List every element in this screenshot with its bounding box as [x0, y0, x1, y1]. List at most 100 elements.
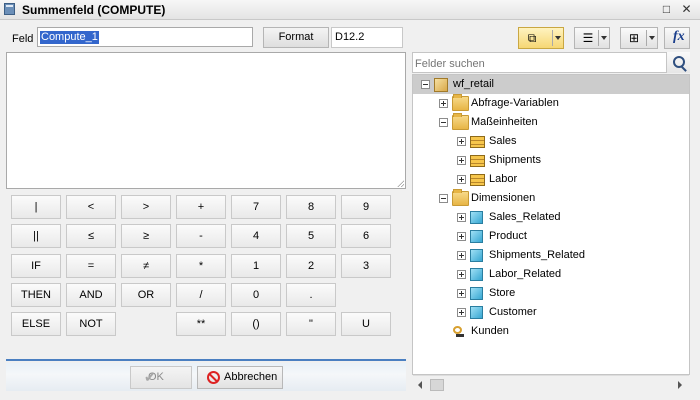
tree-item[interactable]: Shipments: [413, 151, 689, 170]
function-button[interactable]: fx: [664, 27, 690, 49]
tree-item[interactable]: Labor_Related: [413, 265, 689, 284]
horizontal-scrollbar[interactable]: [413, 375, 689, 393]
keypad-key[interactable]: AND: [66, 283, 116, 307]
keypad-key[interactable]: >: [121, 195, 171, 219]
cancel-button-label: Abbrechen: [224, 371, 278, 383]
keypad-key[interactable]: 0: [231, 283, 281, 307]
keypad-key[interactable]: .: [286, 283, 336, 307]
tree-item[interactable]: Abfrage-Variablen: [413, 94, 689, 113]
expand-icon[interactable]: [457, 270, 466, 279]
tree-item[interactable]: Product: [413, 227, 689, 246]
keypad-key[interactable]: 8: [286, 195, 336, 219]
keypad-key[interactable]: (): [231, 312, 281, 336]
ok-button[interactable]: ✔ OK: [130, 366, 192, 389]
dropdown-arrow-icon: [649, 36, 655, 40]
resize-grip-icon[interactable]: [397, 180, 404, 187]
expand-icon[interactable]: [457, 137, 466, 146]
tree-item-label: wf_retail: [453, 78, 494, 90]
cancel-button[interactable]: Abbrechen: [197, 366, 283, 389]
tree-item[interactable]: Sales: [413, 132, 689, 151]
tree-item-label: Product: [489, 230, 527, 242]
tree-item[interactable]: Dimensionen: [413, 189, 689, 208]
maximize-button[interactable]: □: [660, 3, 673, 16]
measure-group-icon: [470, 155, 485, 167]
expand-icon[interactable]: [457, 251, 466, 260]
tree-item-label: Sales_Related: [489, 211, 561, 223]
search-button[interactable]: [666, 52, 690, 73]
expand-icon[interactable]: [457, 289, 466, 298]
keypad-key[interactable]: ≤: [66, 224, 116, 248]
expand-icon[interactable]: [457, 232, 466, 241]
tree-item[interactable]: Shipments_Related: [413, 246, 689, 265]
keypad-key[interactable]: NOT: [66, 312, 116, 336]
field-name-input[interactable]: Compute_1: [37, 27, 253, 47]
keypad-key[interactable]: ≥: [121, 224, 171, 248]
dimension-cube-icon: [470, 306, 483, 319]
keypad-key[interactable]: *: [176, 254, 226, 278]
close-button[interactable]: ✕: [680, 3, 693, 16]
tree-item[interactable]: Sales_Related: [413, 208, 689, 227]
keypad-key[interactable]: <: [66, 195, 116, 219]
expand-icon[interactable]: [457, 156, 466, 165]
tree-item-label: Labor: [489, 173, 518, 185]
scroll-left-icon[interactable]: [418, 381, 422, 389]
field-view-button[interactable]: ⧉: [518, 27, 564, 49]
tree-item[interactable]: Store: [413, 284, 689, 303]
dimension-cube-icon: [470, 230, 483, 243]
tree-item[interactable]: wf_retail: [413, 75, 689, 94]
field-name-value: Compute_1: [40, 31, 99, 44]
keypad-key[interactable]: +: [176, 195, 226, 219]
scrollbar-thumb[interactable]: [430, 379, 444, 391]
tree-item-label: Customer: [489, 306, 537, 318]
keypad-key[interactable]: /: [176, 283, 226, 307]
database-cube-icon: [434, 78, 448, 92]
expand-icon[interactable]: [457, 308, 466, 317]
expand-icon[interactable]: [439, 99, 448, 108]
expand-icon[interactable]: [457, 175, 466, 184]
keypad-key[interactable]: 2: [286, 254, 336, 278]
collapse-icon[interactable]: [439, 194, 448, 203]
tree-item-label: Kunden: [471, 325, 509, 337]
tree-view-button[interactable]: ⊞: [620, 27, 658, 49]
keypad-key[interactable]: ≠: [121, 254, 171, 278]
tree-item[interactable]: Maßeinheiten: [413, 113, 689, 132]
keypad-key[interactable]: ELSE: [11, 312, 61, 336]
tree-item[interactable]: Labor: [413, 170, 689, 189]
keypad-key[interactable]: 3: [341, 254, 391, 278]
keypad-key[interactable]: 1: [231, 254, 281, 278]
keypad-key[interactable]: 5: [286, 224, 336, 248]
keypad-key[interactable]: 6: [341, 224, 391, 248]
search-input[interactable]: [413, 53, 657, 74]
keypad-key[interactable]: ": [286, 312, 336, 336]
keypad-key[interactable]: 7: [231, 195, 281, 219]
keypad-key[interactable]: ||: [11, 224, 61, 248]
measure-group-icon: [470, 174, 485, 186]
keypad-key[interactable]: 9: [341, 195, 391, 219]
dropdown-arrow-icon: [555, 36, 561, 40]
tree-item-label: Dimensionen: [471, 192, 536, 204]
expression-editor[interactable]: [6, 52, 406, 189]
scroll-right-icon[interactable]: [678, 381, 682, 389]
keypad-key[interactable]: U: [341, 312, 391, 336]
keypad-key[interactable]: =: [66, 254, 116, 278]
keypad-key[interactable]: THEN: [11, 283, 61, 307]
keypad-key[interactable]: **: [176, 312, 226, 336]
tree-item[interactable]: Kunden: [413, 322, 689, 341]
divider: [6, 359, 406, 361]
collapse-icon[interactable]: [439, 118, 448, 127]
keypad-key[interactable]: 4: [231, 224, 281, 248]
keypad-key[interactable]: OR: [121, 283, 171, 307]
keypad-key[interactable]: |: [11, 195, 61, 219]
tree-item[interactable]: Customer: [413, 303, 689, 322]
expression-textarea[interactable]: [7, 53, 405, 188]
keypad-key[interactable]: IF: [11, 254, 61, 278]
expand-icon[interactable]: [457, 213, 466, 222]
checkmark-icon: ✔: [144, 369, 156, 385]
field-tree[interactable]: wf_retail Abfrage-Variablen Maßeinheiten Sa…: [412, 74, 690, 375]
list-view-button[interactable]: ☰: [574, 27, 610, 49]
collapse-icon[interactable]: [421, 80, 430, 89]
format-button[interactable]: Format: [263, 27, 329, 48]
keypad-key[interactable]: -: [176, 224, 226, 248]
format-value[interactable]: D12.2: [331, 27, 403, 48]
dimension-cube-icon: [470, 268, 483, 281]
